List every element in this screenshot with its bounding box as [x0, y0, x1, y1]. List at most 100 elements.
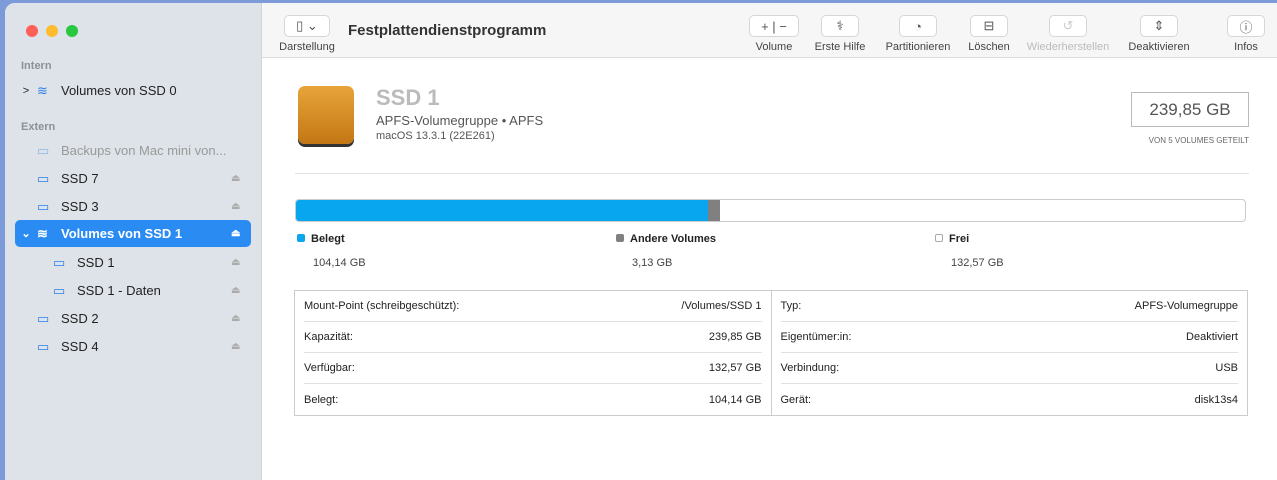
info-key: Verbindung:	[780, 362, 840, 374]
drive-icon: ▭	[53, 254, 66, 270]
used-swatch	[297, 234, 305, 242]
info-key: Belegt:	[304, 393, 339, 406]
used-segment	[296, 200, 708, 221]
sidebar-icon: ▯ ⌄	[284, 15, 330, 37]
sidebar-item[interactable]: ▭ SSD 7 ⏏	[15, 165, 251, 192]
info-value: Deaktiviert	[1186, 331, 1238, 343]
restore-icon: ↺	[1049, 15, 1087, 37]
minimize-button[interactable]	[46, 25, 58, 37]
info-key: Kapazität:	[304, 331, 353, 343]
info-row: Kapazität: 239,85 GB	[304, 322, 762, 353]
info-value: disk13s4	[1194, 393, 1238, 406]
item-label: Backups von Mac mini von...	[61, 143, 227, 158]
free-swatch	[935, 234, 943, 242]
info-icon: ⓘ	[1227, 15, 1265, 37]
section-intern: Intern	[21, 60, 52, 72]
legend-label: Andere Volumes	[630, 233, 716, 245]
drive-icon: ▭	[53, 282, 66, 298]
eject-icon[interactable]: ⏏	[231, 341, 251, 352]
drive-icon: ▭	[37, 142, 50, 158]
info-button[interactable]: ⓘ Infos	[1226, 15, 1266, 53]
close-button[interactable]	[26, 25, 38, 37]
eject-icon[interactable]: ⏏	[231, 201, 251, 212]
drive-icon: ▭	[37, 310, 50, 326]
chevron-right-icon[interactable]: >	[15, 85, 37, 97]
divider	[295, 173, 1249, 174]
disk-type: APFS-Volumegruppe • APFS	[376, 113, 544, 128]
eject-icon[interactable]: ⏏	[231, 228, 251, 239]
disk-name: SSD 1	[376, 85, 440, 110]
item-label: Volumes von SSD 1	[61, 226, 183, 241]
sidebar-item[interactable]: ▭ SSD 4 ⏏	[15, 333, 251, 360]
other-segment	[707, 200, 721, 221]
pie-icon: ◔	[899, 15, 937, 37]
window-title: Festplattendienstprogramm	[348, 22, 547, 39]
label: Infos	[1234, 41, 1258, 53]
info-row: Belegt: 104,14 GB	[304, 384, 762, 415]
toolbar: ▯ ⌄ Darstellung Festplattendienstprogramm…	[262, 3, 1277, 58]
section-extern: Extern	[21, 121, 56, 133]
sidebar-item[interactable]: ▭ SSD 3 ⏏	[15, 193, 251, 220]
item-label: SSD 7	[61, 171, 99, 186]
layers-icon: ≋	[37, 225, 48, 241]
legend-value: 3,13 GB	[632, 257, 673, 269]
usage-bar	[295, 199, 1246, 222]
other-swatch	[616, 234, 624, 242]
label: Wiederherstellen	[1026, 41, 1110, 53]
info-table: Mount-Point (schreibgeschützt): /Volumes/…	[294, 290, 1248, 416]
item-label: Volumes von SSD 0	[61, 83, 177, 98]
first-aid-button[interactable]: ⚕ Erste Hilfe	[810, 15, 870, 53]
drive-icon: ▭	[37, 338, 50, 354]
eject-icon[interactable]: ⏏	[231, 313, 251, 324]
zoom-button[interactable]	[66, 25, 78, 37]
info-value: APFS-Volumegruppe	[1134, 300, 1238, 312]
window-controls	[26, 25, 78, 37]
label: Partitionieren	[885, 41, 951, 53]
drive-icon: ▭	[37, 170, 50, 186]
item-label: SSD 3	[61, 199, 99, 214]
partition-button[interactable]: ◔ Partitionieren	[880, 15, 956, 53]
legend-free: Frei 132,57 GB	[935, 233, 1004, 269]
erase-button[interactable]: ⊟ Löschen	[964, 15, 1014, 53]
info-value: 104,14 GB	[708, 393, 762, 406]
sidebar-item[interactable]: ▭ SSD 1 - Daten ⏏	[15, 277, 251, 304]
info-value: 239,85 GB	[708, 331, 762, 343]
item-label: SSD 1 - Daten	[77, 283, 161, 298]
legend-label: Frei	[949, 233, 970, 245]
sidebar-item[interactable]: ▭ Backups von Mac mini von...	[15, 137, 251, 164]
detail-pane: SSD 1 APFS-Volumegruppe • APFS macOS 13.…	[262, 58, 1277, 480]
item-label: SSD 2	[61, 311, 99, 326]
sidebar-item-selected[interactable]: ⌄ ≋ Volumes von SSD 1 ⏏	[15, 220, 251, 247]
label: Volume	[755, 41, 793, 53]
label: Löschen	[968, 41, 1010, 53]
info-row: Mount-Point (schreibgeschützt): /Volumes/…	[304, 291, 762, 322]
info-row: Gerät: disk13s4	[781, 384, 1239, 415]
restore-button[interactable]: ↺ Wiederherstellen	[1022, 15, 1114, 53]
eject-icon[interactable]: ⏏	[231, 173, 251, 184]
volume-button[interactable]: + | − Volume	[747, 15, 801, 53]
chevron-down-icon[interactable]: ⌄	[15, 227, 37, 240]
label: Darstellung	[279, 41, 335, 53]
legend-used: Belegt 104,14 GB	[297, 233, 366, 269]
eject-icon[interactable]: ⏏	[231, 257, 251, 268]
eject-icon[interactable]: ⏏	[231, 285, 251, 296]
plus-minus-icon: + | −	[749, 15, 799, 37]
layers-icon: ≋	[37, 82, 48, 98]
info-key: Typ:	[780, 300, 802, 312]
view-button[interactable]: ▯ ⌄ Darstellung	[277, 15, 337, 53]
disk-utility-window: Intern > ≋ Volumes von SSD 0 Extern ▭ Backu…	[5, 3, 1277, 480]
unmount-button[interactable]: ⇕ Deaktivieren	[1124, 15, 1194, 53]
legend-value: 104,14 GB	[313, 257, 366, 269]
capacity-box: 239,85 GB	[1131, 92, 1249, 127]
external-disk-icon	[298, 86, 354, 144]
sidebar-item[interactable]: ▭ SSD 2 ⏏	[15, 305, 251, 332]
sidebar-item[interactable]: ▭ SSD 1 ⏏	[15, 249, 251, 276]
info-row: Verbindung: USB	[780, 353, 1238, 384]
info-key: Eigentümer:in:	[780, 331, 852, 343]
info-column-right: Typ: APFS-Volumegruppe Eigentümer:in: Deakt…	[770, 291, 1248, 415]
legend-value: 132,57 GB	[951, 257, 1004, 269]
disk-os: macOS 13.3.1 (22E261)	[376, 130, 495, 142]
stethoscope-icon: ⚕	[821, 15, 859, 37]
sidebar-item[interactable]: > ≋ Volumes von SSD 0	[15, 77, 251, 104]
info-row: Verfügbar: 132,57 GB	[304, 353, 762, 384]
